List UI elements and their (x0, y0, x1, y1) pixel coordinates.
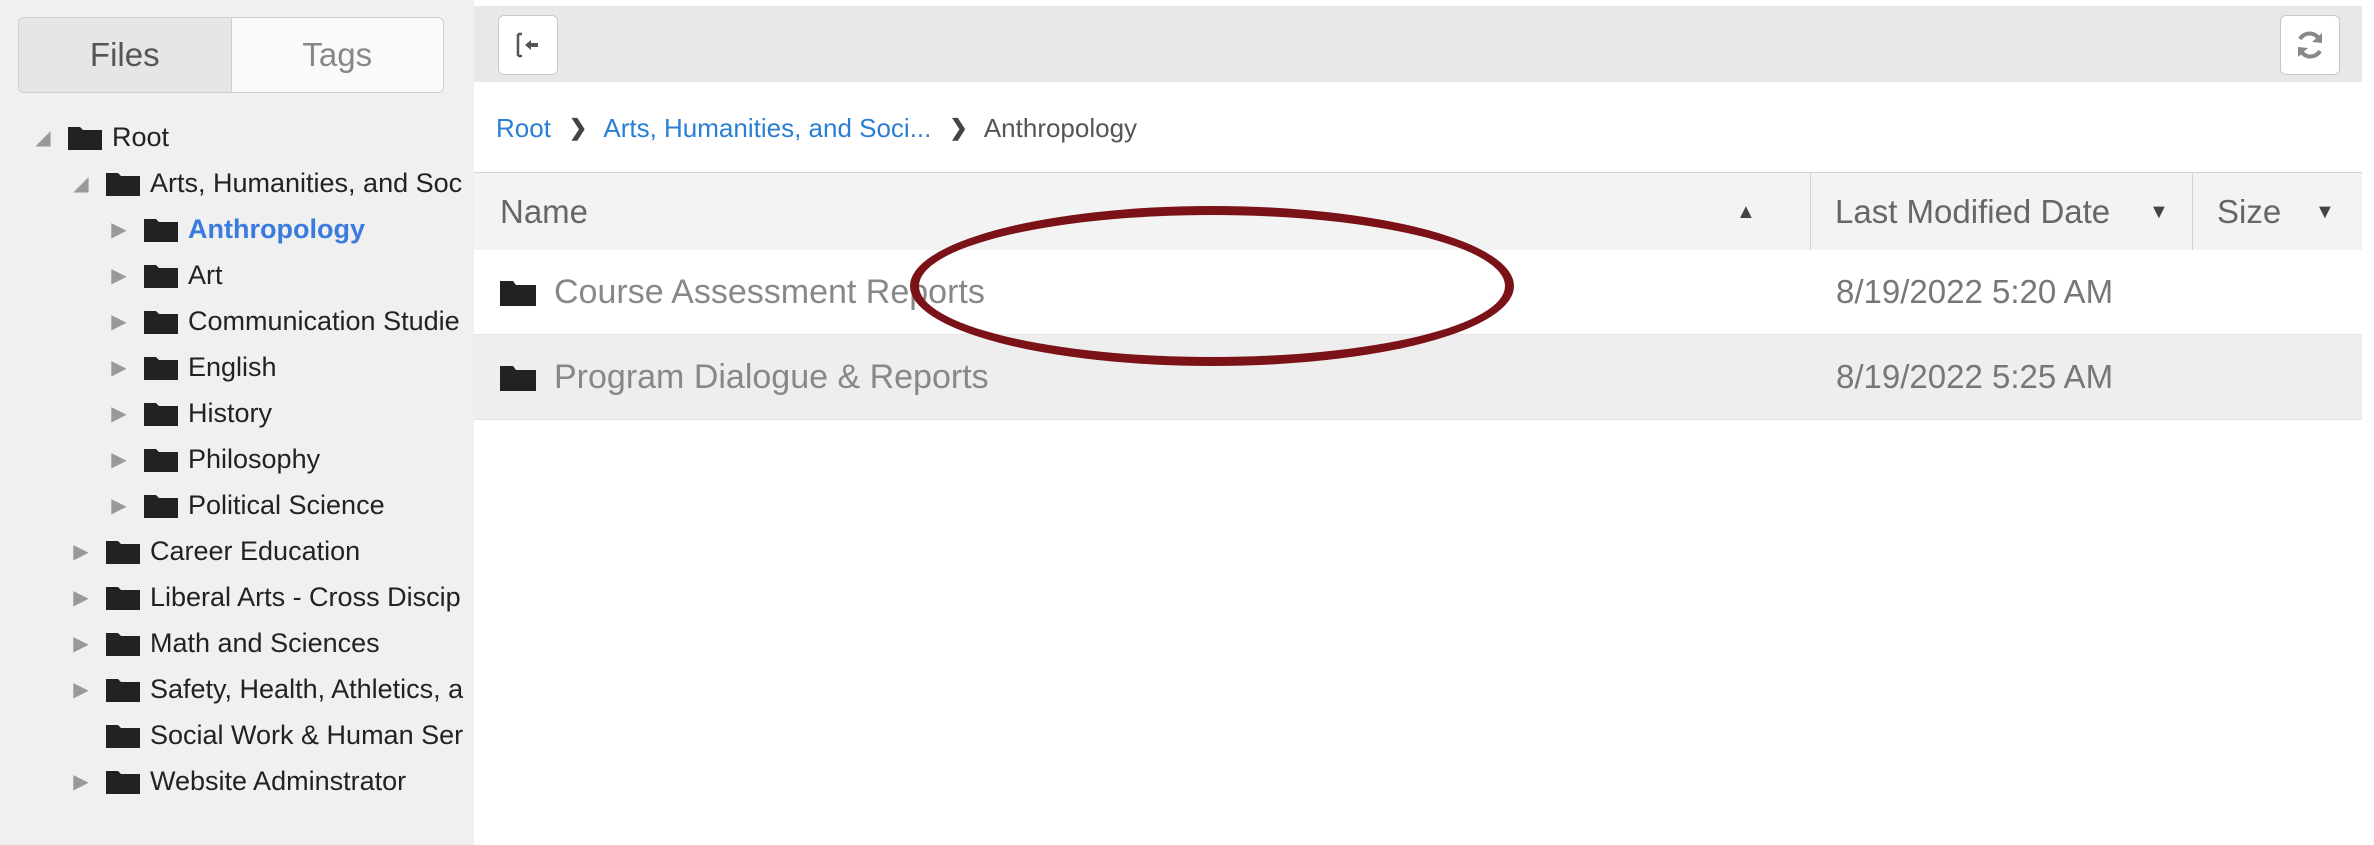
collapsed-arrow-icon[interactable]: ▶ (68, 766, 94, 796)
column-header-date[interactable]: Last Modified Date ▼ (1810, 173, 2181, 251)
collapsed-arrow-icon[interactable]: ▶ (68, 536, 94, 566)
tree-item-website-admin[interactable]: ▶ Website Adminstrator (68, 761, 406, 801)
tree-item-art[interactable]: ▶ Art (106, 255, 223, 295)
tree-item-label: Root (112, 121, 170, 152)
tree-item-label: Career Education (150, 535, 361, 566)
column-header-size[interactable]: Size ▼ (2192, 173, 2363, 251)
folder-icon (106, 679, 140, 702)
tree-item-math-sciences[interactable]: ▶ Math and Sciences (68, 623, 380, 663)
tree-item-label: History (188, 397, 273, 428)
tree-item-arts-humanities[interactable]: ◢ Arts, Humanities, and Soc (68, 163, 462, 203)
tree-item-safety-health[interactable]: ▶ Safety, Health, Athletics, a (68, 669, 463, 709)
breadcrumb-root[interactable]: Root (496, 113, 551, 144)
folder-icon (144, 265, 178, 288)
tree-item-label: Math and Sciences (150, 627, 380, 658)
tree-item-label: Art (188, 259, 223, 290)
collapsed-arrow-icon[interactable]: ▶ (68, 674, 94, 704)
tree-item-philosophy[interactable]: ▶ Philosophy (106, 439, 320, 479)
table-row[interactable]: Course Assessment Reports 8/19/2022 5:20… (474, 250, 2362, 335)
breadcrumb-arts-humanities[interactable]: Arts, Humanities, and Soci... (603, 113, 931, 144)
tree-item-label: Communication Studie (188, 305, 460, 336)
collapsed-arrow-icon[interactable]: ▶ (68, 582, 94, 612)
toolbar (474, 6, 2362, 82)
folder-icon (144, 219, 178, 242)
collapse-sidebar-button[interactable] (498, 15, 558, 75)
folder-sidebar: Files Tags ◢ Root ◢ Arts, Humanities, an… (0, 0, 474, 845)
column-menu-caret-icon[interactable]: ▼ (2149, 201, 2169, 224)
tree-item-label: Political Science (188, 489, 385, 520)
row-name[interactable]: Program Dialogue & Reports (554, 358, 989, 397)
row-date: 8/19/2022 5:25 AM (1836, 358, 2114, 395)
folder-icon (106, 725, 140, 748)
breadcrumb-current: Anthropology (983, 112, 1138, 143)
tree-item-label: Anthropology (188, 213, 365, 244)
chevron-right-icon: ❯ (568, 115, 588, 140)
folder-icon (144, 449, 178, 472)
breadcrumb: Root ❯ Arts, Humanities, and Soci... ❯ A… (496, 108, 1137, 148)
tree-item-communication-studies[interactable]: ▶ Communication Studie (106, 301, 460, 341)
collapsed-arrow-icon[interactable]: ▶ (106, 306, 132, 336)
refresh-icon (2298, 31, 2322, 59)
table-row[interactable]: Program Dialogue & Reports 8/19/2022 5:2… (474, 335, 2362, 420)
folder-icon (106, 771, 140, 794)
tree-item-social-work[interactable]: ▶ Social Work & Human Ser (68, 715, 463, 755)
folder-icon (144, 311, 178, 334)
tree-item-anthropology[interactable]: ▶ Anthropology (106, 209, 365, 249)
chevron-right-icon: ❯ (949, 115, 968, 140)
tab-files[interactable]: Files (19, 18, 232, 92)
folder-icon (106, 633, 140, 656)
collapsed-arrow-icon[interactable]: ▶ (68, 628, 94, 658)
folder-icon (144, 357, 178, 380)
folder-icon (106, 587, 140, 610)
tab-tags[interactable]: Tags (231, 18, 443, 92)
tree-item-root[interactable]: ◢ Root (30, 117, 169, 157)
folder-icon (106, 173, 140, 196)
refresh-button[interactable] (2280, 15, 2340, 75)
sort-asc-icon: ▲ (1736, 200, 1756, 223)
folder-icon (144, 403, 178, 426)
tree-item-label: English (188, 351, 277, 382)
tree-item-career-education[interactable]: ▶ Career Education (68, 531, 360, 571)
grid-header: Name ▲ Last Modified Date ▼ Size ▼ (474, 172, 2362, 252)
tree-item-political-science[interactable]: ▶ Political Science (106, 485, 385, 525)
tree-item-label: Arts, Humanities, and Soc (150, 167, 463, 198)
tree-item-label: Philosophy (188, 443, 321, 474)
tree-item-label: Liberal Arts - Cross Discip (150, 581, 461, 612)
tree-item-english[interactable]: ▶ English (106, 347, 277, 387)
tree-item-label: Website Adminstrator (150, 765, 407, 796)
tree-item-liberal-arts[interactable]: ▶ Liberal Arts - Cross Discip (68, 577, 461, 617)
folder-icon (500, 366, 536, 391)
folder-icon (500, 281, 536, 306)
tree-item-label: Social Work & Human Ser (150, 719, 464, 750)
column-header-name[interactable]: Name ▲ (500, 173, 1756, 251)
file-browser: Root ❯ Arts, Humanities, and Soci... ❯ A… (474, 0, 2374, 845)
sidebar-tabs: Files Tags (18, 17, 444, 93)
collapsed-arrow-icon[interactable]: ▶ (106, 444, 132, 474)
column-header-label: Size (2217, 193, 2282, 230)
folder-icon (144, 495, 178, 518)
row-name[interactable]: Course Assessment Reports (554, 273, 985, 312)
folder-icon (68, 127, 102, 150)
column-header-label: Last Modified Date (1835, 193, 2111, 230)
collapse-panel-icon (516, 32, 538, 58)
tree-item-history[interactable]: ▶ History (106, 393, 272, 433)
collapsed-arrow-icon[interactable]: ▶ (106, 490, 132, 520)
collapsed-arrow-icon[interactable]: ▶ (106, 260, 132, 290)
folder-icon (106, 541, 140, 564)
row-date: 8/19/2022 5:20 AM (1836, 273, 2114, 310)
expanded-arrow-icon[interactable]: ◢ (68, 168, 94, 198)
collapsed-arrow-icon[interactable]: ▶ (106, 398, 132, 428)
collapsed-arrow-icon[interactable]: ▶ (106, 352, 132, 382)
expanded-arrow-icon[interactable]: ◢ (30, 122, 56, 152)
column-menu-caret-icon[interactable]: ▼ (2315, 201, 2335, 224)
column-header-label: Name (500, 193, 589, 230)
collapsed-arrow-icon[interactable]: ▶ (106, 214, 132, 244)
tree-item-label: Safety, Health, Athletics, a (150, 673, 464, 704)
